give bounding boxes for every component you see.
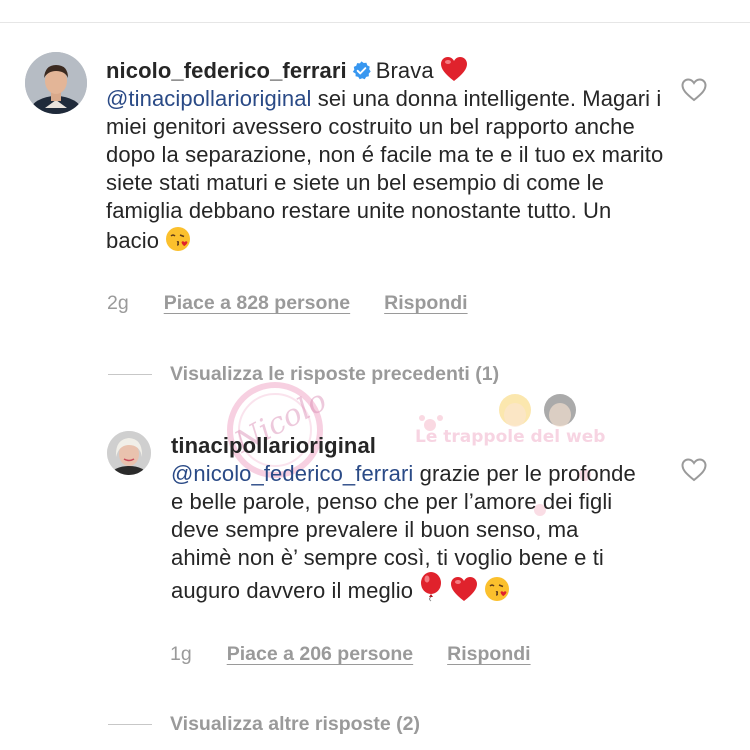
view-previous-replies[interactable]: Visualizza le risposte precedenti (1) xyxy=(108,363,499,386)
reply-time: 1g xyxy=(170,643,192,665)
reply-likes-link[interactable]: Piace a 206 persone xyxy=(227,643,413,666)
top-divider xyxy=(0,22,750,23)
comment-text: nicolo_federico_ferrari Brava @tinacipol… xyxy=(106,56,666,255)
view-previous-replies-label: Visualizza le risposte precedenti (1) xyxy=(170,363,500,385)
kiss-emoji-icon xyxy=(484,577,509,602)
reply-like-heart-icon[interactable] xyxy=(681,458,707,482)
comment-time: 2g xyxy=(107,292,129,314)
reply-meta: 1g Piace a 206 persone Rispondi xyxy=(170,643,531,666)
comment-likes-link[interactable]: Piace a 828 persone xyxy=(164,292,350,315)
avatar-image xyxy=(25,52,87,114)
comment-username[interactable]: nicolo_federico_ferrari xyxy=(106,58,347,83)
reply-mention[interactable]: @nicolo_federico_ferrari xyxy=(171,461,413,486)
reply-avatar-image xyxy=(107,431,151,475)
comment-meta: 2g Piace a 828 persone Rispondi xyxy=(107,292,468,315)
verified-badge-icon xyxy=(352,61,371,80)
red-heart-icon xyxy=(450,577,477,602)
reply-username[interactable]: tinacipollarioriginal xyxy=(171,433,376,458)
reply-text: tinacipollarioriginal @nicolo_federico_f… xyxy=(171,432,641,606)
view-more-replies-label: Visualizza altre risposte (2) xyxy=(170,713,420,735)
comment-intro: Brava xyxy=(375,58,434,83)
replies-divider-line xyxy=(108,724,152,725)
comment-reply-button[interactable]: Rispondi xyxy=(384,292,467,315)
kiss-emoji-icon xyxy=(166,226,191,251)
red-heart-icon xyxy=(440,57,467,81)
balloon-icon xyxy=(421,572,442,602)
replies-divider-line xyxy=(108,374,152,375)
reply-avatar[interactable] xyxy=(107,431,151,475)
like-heart-icon[interactable] xyxy=(681,78,707,102)
view-more-replies[interactable]: Visualizza altre risposte (2) xyxy=(108,713,420,736)
comment-mention[interactable]: @tinacipollarioriginal xyxy=(106,86,312,111)
reply-reply-button[interactable]: Rispondi xyxy=(447,643,530,666)
avatar[interactable] xyxy=(25,52,87,114)
